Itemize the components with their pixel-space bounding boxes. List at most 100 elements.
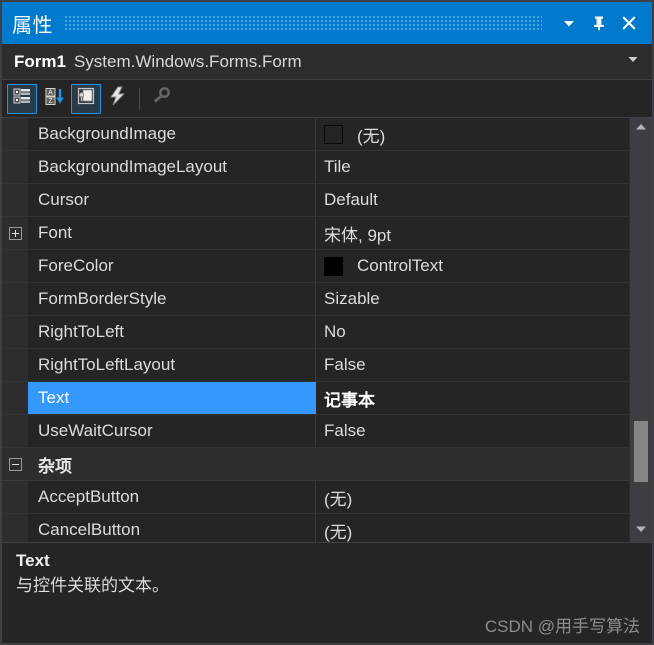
alphabetical-view-button[interactable]: A Z <box>39 84 69 114</box>
row-gutter <box>2 316 28 348</box>
property-value[interactable]: No <box>316 316 629 348</box>
sort-alpha-icon: A Z <box>43 85 65 112</box>
properties-toolbar: A Z <box>2 80 652 118</box>
properties-panel: 属性 <box>0 0 654 645</box>
row-gutter <box>2 250 28 282</box>
grid-vertical-scrollbar[interactable] <box>629 118 652 542</box>
description-body: 与控件关联的文本。 <box>16 575 638 597</box>
grid-property-row[interactable]: RightToLeftLayoutFalse <box>2 349 629 382</box>
grid-property-row[interactable]: UseWaitCursorFalse <box>2 415 629 448</box>
close-button[interactable] <box>614 8 644 38</box>
property-name[interactable]: BackgroundImageLayout <box>28 151 316 183</box>
property-pages-button[interactable] <box>146 84 176 114</box>
property-value[interactable]: Tile <box>316 151 629 183</box>
triangle-up-icon <box>634 120 648 139</box>
property-value[interactable]: Default <box>316 184 629 216</box>
scroll-down-button[interactable] <box>630 520 652 542</box>
description-pane: Text 与控件关联的文本。 CSDN @用手写算法 <box>2 543 652 643</box>
row-gutter <box>2 514 28 542</box>
property-name[interactable]: 杂项 <box>28 448 316 480</box>
grid-property-row[interactable]: CancelButton(无) <box>2 514 629 542</box>
description-title: Text <box>16 551 638 571</box>
grid-property-row[interactable]: RightToLeftNo <box>2 316 629 349</box>
row-gutter <box>2 283 28 315</box>
expand-icon[interactable] <box>9 227 22 240</box>
property-name[interactable]: RightToLeftLayout <box>28 349 316 381</box>
properties-page-button[interactable] <box>71 84 101 114</box>
row-gutter <box>2 415 28 447</box>
grid-property-row[interactable]: Font宋体, 9pt <box>2 217 629 250</box>
grid-category-row[interactable]: 杂项 <box>2 448 629 481</box>
property-name[interactable]: ForeColor <box>28 250 316 282</box>
grid-property-row[interactable]: Text记事本 <box>2 382 629 415</box>
property-value[interactable]: False <box>316 349 629 381</box>
wrench-icon <box>150 85 172 112</box>
property-name[interactable]: FormBorderStyle <box>28 283 316 315</box>
collapse-icon[interactable] <box>9 458 22 471</box>
object-selector-dropdown[interactable] <box>622 51 644 73</box>
row-gutter <box>2 349 28 381</box>
svg-text:Z: Z <box>48 98 53 105</box>
events-view-button[interactable] <box>103 84 133 114</box>
property-value[interactable]: 宋体, 9pt <box>316 217 629 249</box>
property-value[interactable]: False <box>316 415 629 447</box>
property-name[interactable]: CancelButton <box>28 514 316 542</box>
scroll-up-button[interactable] <box>630 118 652 140</box>
property-value[interactable]: ControlText <box>316 250 629 282</box>
object-selector[interactable]: Form1 System.Windows.Forms.Form <box>2 44 652 80</box>
row-gutter <box>2 184 28 216</box>
toolbar-separator <box>139 88 140 110</box>
close-icon <box>620 14 638 32</box>
categorized-icon <box>11 85 33 112</box>
pin-icon <box>590 14 608 32</box>
svg-text:A: A <box>48 90 53 97</box>
properties-icon <box>75 85 97 112</box>
property-value[interactable]: (无) <box>316 118 629 150</box>
grid-property-row[interactable]: ForeColor ControlText <box>2 250 629 283</box>
properties-grid[interactable]: BackgroundImage(无)BackgroundImageLayoutT… <box>2 118 629 542</box>
property-value[interactable]: Sizable <box>316 283 629 315</box>
grid-property-row[interactable]: BackgroundImage (无) <box>2 118 629 151</box>
object-name: Form1 <box>14 52 66 72</box>
row-gutter <box>2 151 28 183</box>
color-swatch <box>324 257 343 276</box>
row-gutter[interactable] <box>2 217 28 249</box>
property-name[interactable]: Font <box>28 217 316 249</box>
chevron-down-icon <box>561 15 577 31</box>
watermark: CSDN @用手写算法 <box>485 612 640 637</box>
row-gutter <box>2 118 28 150</box>
grid-property-row[interactable]: FormBorderStyleSizable <box>2 283 629 316</box>
property-value-text: (无) <box>357 122 385 147</box>
row-gutter[interactable] <box>2 448 28 480</box>
property-name[interactable]: Text <box>28 382 316 414</box>
property-value[interactable]: (无) <box>316 481 629 513</box>
window-menu-dropdown-button[interactable] <box>554 8 584 38</box>
property-value[interactable]: (无) <box>316 514 629 542</box>
triangle-down-icon <box>634 522 648 541</box>
property-name[interactable]: AcceptButton <box>28 481 316 513</box>
property-value[interactable]: 记事本 <box>316 382 629 414</box>
grid-property-row[interactable]: AcceptButton(无) <box>2 481 629 514</box>
chevron-down-icon <box>626 52 640 71</box>
auto-hide-pin-button[interactable] <box>584 8 614 38</box>
property-name[interactable]: BackgroundImage <box>28 118 316 150</box>
titlebar-drag-grip[interactable] <box>65 16 542 30</box>
color-swatch <box>324 125 343 144</box>
property-name[interactable]: RightToLeft <box>28 316 316 348</box>
grid-property-row[interactable]: BackgroundImageLayoutTile <box>2 151 629 184</box>
row-gutter <box>2 382 28 414</box>
scrollbar-track[interactable] <box>630 140 652 520</box>
lightning-icon <box>107 85 129 112</box>
categorized-view-button[interactable] <box>7 84 37 114</box>
panel-titlebar: 属性 <box>2 2 652 44</box>
property-value[interactable] <box>316 448 629 480</box>
grid-property-row[interactable]: CursorDefault <box>2 184 629 217</box>
property-value-text: ControlText <box>357 256 443 276</box>
properties-grid-area: BackgroundImage(无)BackgroundImageLayoutT… <box>2 118 652 543</box>
property-name[interactable]: UseWaitCursor <box>28 415 316 447</box>
object-type: System.Windows.Forms.Form <box>74 52 622 72</box>
row-gutter <box>2 481 28 513</box>
scrollbar-thumb[interactable] <box>634 421 648 482</box>
property-name[interactable]: Cursor <box>28 184 316 216</box>
panel-title: 属性 <box>12 9 53 38</box>
